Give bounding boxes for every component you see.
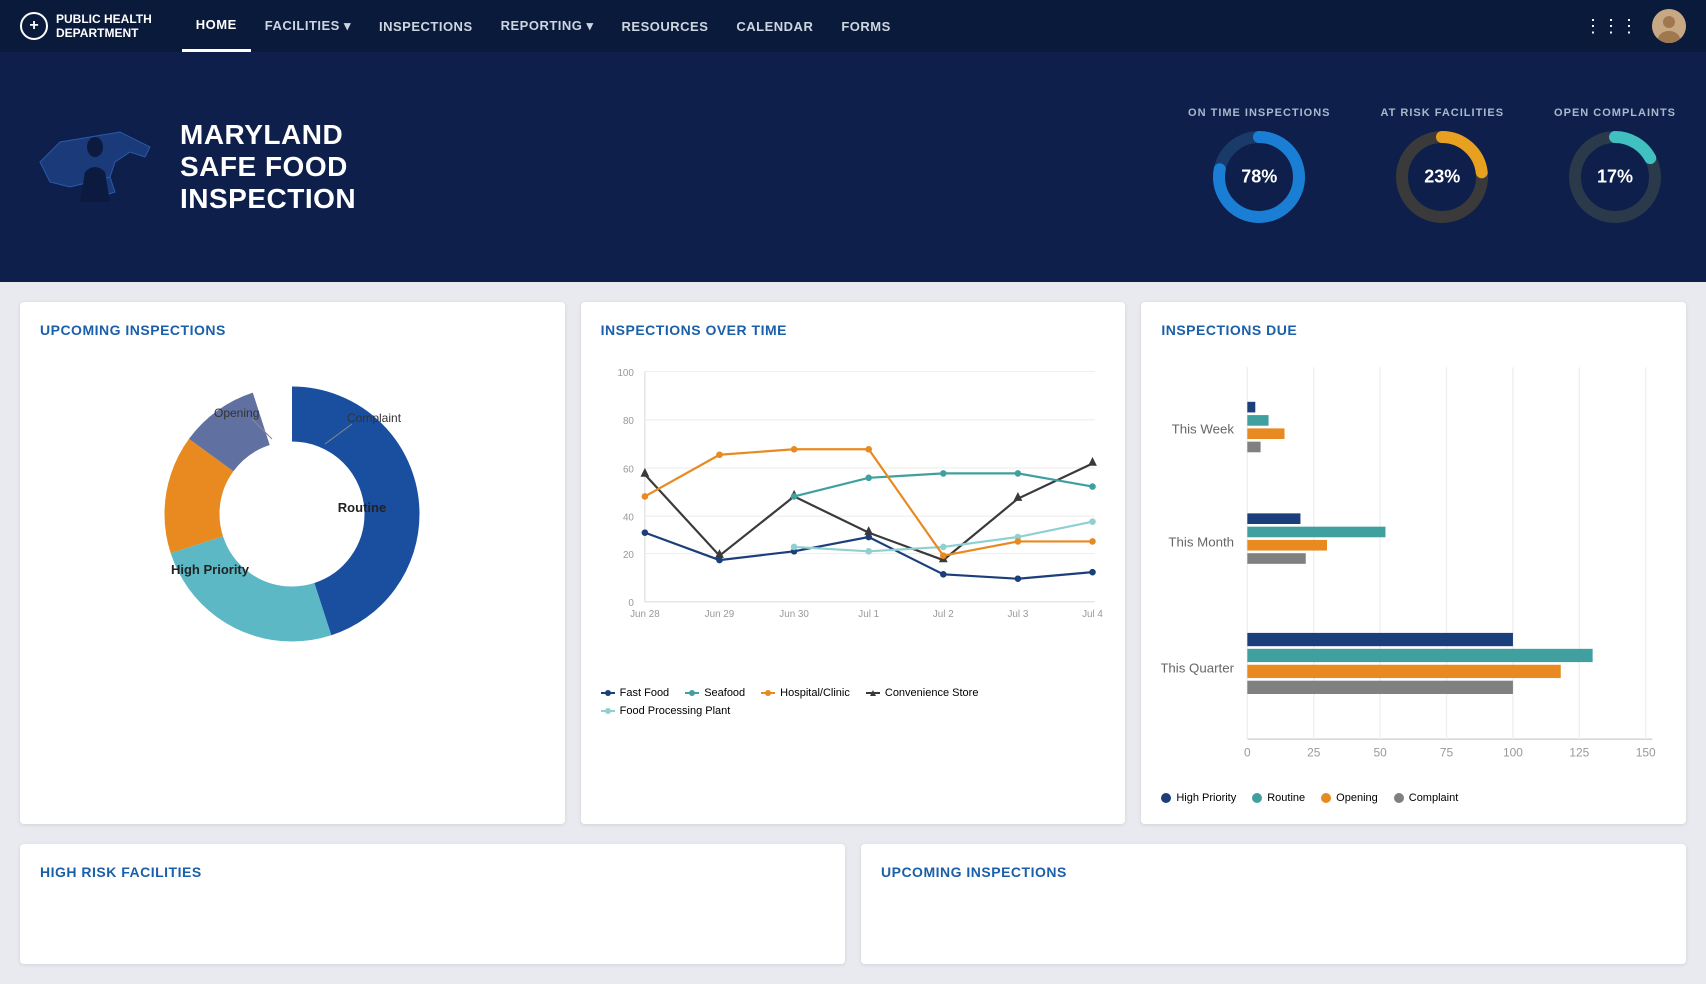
svg-text:0: 0: [628, 598, 634, 609]
upcoming-inspections-title: UPCOMING INSPECTIONS: [40, 322, 545, 338]
legend-food-processing: Food Processing Plant: [601, 705, 731, 717]
svg-text:80: 80: [623, 416, 634, 427]
logo: + PUBLIC HEALTH DEPARTMENT: [20, 12, 152, 41]
logo-line1: PUBLIC HEALTH: [56, 12, 152, 26]
metric-open-complaints-label: OPEN COMPLAINTS: [1554, 107, 1676, 119]
legend-fast-food: Fast Food: [601, 687, 670, 699]
metric-open-complaints: OPEN COMPLAINTS 17%: [1554, 107, 1676, 227]
svg-text:0: 0: [1244, 745, 1251, 759]
metric-on-time-donut: 78%: [1209, 127, 1309, 227]
hero-metrics: ON TIME INSPECTIONS 78% AT RISK FACILITI…: [1188, 107, 1676, 227]
svg-text:This Month: This Month: [1169, 535, 1235, 550]
upcoming-inspections-card: UPCOMING INSPECTIONS Routine High Priori…: [20, 302, 565, 824]
avatar[interactable]: [1652, 9, 1686, 43]
svg-text:50: 50: [1374, 745, 1388, 759]
metric-at-risk-value: 23%: [1424, 167, 1460, 188]
hero-title: MARYLAND SAFE FOOD INSPECTION: [180, 119, 356, 216]
bar-chart: This Week This Month This Quarter 0 25 5…: [1161, 354, 1666, 779]
pie-chart: Routine High Priority Opening Complaint …: [40, 354, 545, 674]
svg-text:100: 100: [1503, 745, 1523, 759]
svg-text:25: 25: [1307, 745, 1321, 759]
logo-icon: +: [20, 12, 48, 40]
maryland-map: [30, 102, 160, 232]
svg-text:Jul 4: Jul 4: [1082, 609, 1103, 620]
grid-icon[interactable]: ⋮⋮⋮: [1584, 16, 1638, 37]
metric-at-risk-label: AT RISK FACILITIES: [1381, 107, 1505, 119]
svg-text:Jun 29: Jun 29: [704, 609, 734, 620]
upcoming-inspections-bottom-title: UPCOMING INSPECTIONS: [881, 864, 1666, 880]
nav-home[interactable]: HOME: [182, 0, 251, 52]
hero-left: MARYLAND SAFE FOOD INSPECTION: [30, 102, 1188, 232]
metric-on-time-label: ON TIME INSPECTIONS: [1188, 107, 1330, 119]
line-chart: 100 80 60 40 20 0 Jun 28 Jun 29 Jun 30 J…: [601, 354, 1106, 674]
legend-opening: Opening: [1321, 792, 1378, 804]
nav-resources[interactable]: RESOURCES: [608, 0, 723, 52]
legend-hospital: Hospital/Clinic: [761, 687, 850, 699]
svg-text:Jun 28: Jun 28: [630, 609, 660, 620]
line-chart-legend: Fast Food Seafood Hospital/Clinic Conven…: [601, 687, 1106, 717]
inspections-due-card: INSPECTIONS DUE This Week This Month Thi…: [1141, 302, 1686, 824]
svg-text:150: 150: [1636, 745, 1656, 759]
svg-text:Jun 30: Jun 30: [779, 609, 809, 620]
logo-line2: DEPARTMENT: [56, 26, 152, 40]
inspections-over-time-title: INSPECTIONS OVER TIME: [601, 322, 1106, 338]
svg-text:Jul 1: Jul 1: [858, 609, 879, 620]
high-risk-facilities-card: HIGH RISK FACILITIES: [20, 844, 845, 964]
legend-convenience: Convenience Store: [866, 687, 979, 699]
legend-complaint: Complaint: [1394, 792, 1459, 804]
svg-text:Opening: Opening: [214, 406, 259, 420]
nav-right: ⋮⋮⋮: [1584, 9, 1686, 43]
bar-chart-legend: High Priority Routine Opening Complaint: [1161, 792, 1666, 804]
legend-high-priority: High Priority: [1161, 792, 1236, 804]
metric-on-time-value: 78%: [1241, 167, 1277, 188]
svg-text:Complaint: Complaint: [347, 411, 402, 425]
nav-calendar[interactable]: CALENDAR: [722, 0, 827, 52]
navbar: + PUBLIC HEALTH DEPARTMENT HOME FACILITI…: [0, 0, 1706, 52]
main-content: UPCOMING INSPECTIONS Routine High Priori…: [0, 282, 1706, 844]
svg-text:125: 125: [1570, 745, 1590, 759]
inspections-due-title: INSPECTIONS DUE: [1161, 322, 1666, 338]
svg-text:High Priority: High Priority: [171, 562, 250, 577]
svg-text:100: 100: [617, 368, 634, 379]
svg-text:This Week: This Week: [1172, 422, 1235, 437]
metric-at-risk: AT RISK FACILITIES 23%: [1381, 107, 1505, 227]
upcoming-inspections-bottom-card: UPCOMING INSPECTIONS: [861, 844, 1686, 964]
inspections-over-time-card: INSPECTIONS OVER TIME 100 80 60 40 20 0 …: [581, 302, 1126, 824]
svg-text:This Quarter: This Quarter: [1161, 661, 1235, 676]
metric-on-time: ON TIME INSPECTIONS 78%: [1188, 107, 1330, 227]
legend-seafood: Seafood: [685, 687, 745, 699]
metric-at-risk-donut: 23%: [1392, 127, 1492, 227]
svg-text:40: 40: [623, 513, 634, 524]
high-risk-title: HIGH RISK FACILITIES: [40, 864, 825, 880]
bottom-row: HIGH RISK FACILITIES UPCOMING INSPECTION…: [0, 844, 1706, 984]
svg-text:Routine: Routine: [338, 500, 386, 515]
svg-text:20: 20: [623, 550, 634, 561]
legend-routine: Routine: [1252, 792, 1305, 804]
svg-text:Jul 3: Jul 3: [1007, 609, 1028, 620]
nav-links: HOME FACILITIES ▾ INSPECTIONS REPORTING …: [182, 0, 1584, 52]
svg-text:Jul 2: Jul 2: [933, 609, 954, 620]
nav-inspections[interactable]: INSPECTIONS: [365, 0, 487, 52]
metric-open-complaints-donut: 17%: [1565, 127, 1665, 227]
svg-text:60: 60: [623, 464, 634, 475]
nav-reporting[interactable]: REPORTING ▾: [487, 0, 608, 52]
hero-section: MARYLAND SAFE FOOD INSPECTION ON TIME IN…: [0, 52, 1706, 282]
metric-open-complaints-value: 17%: [1597, 167, 1633, 188]
nav-facilities[interactable]: FACILITIES ▾: [251, 0, 365, 52]
svg-text:75: 75: [1440, 745, 1454, 759]
nav-forms[interactable]: FORMS: [827, 0, 904, 52]
